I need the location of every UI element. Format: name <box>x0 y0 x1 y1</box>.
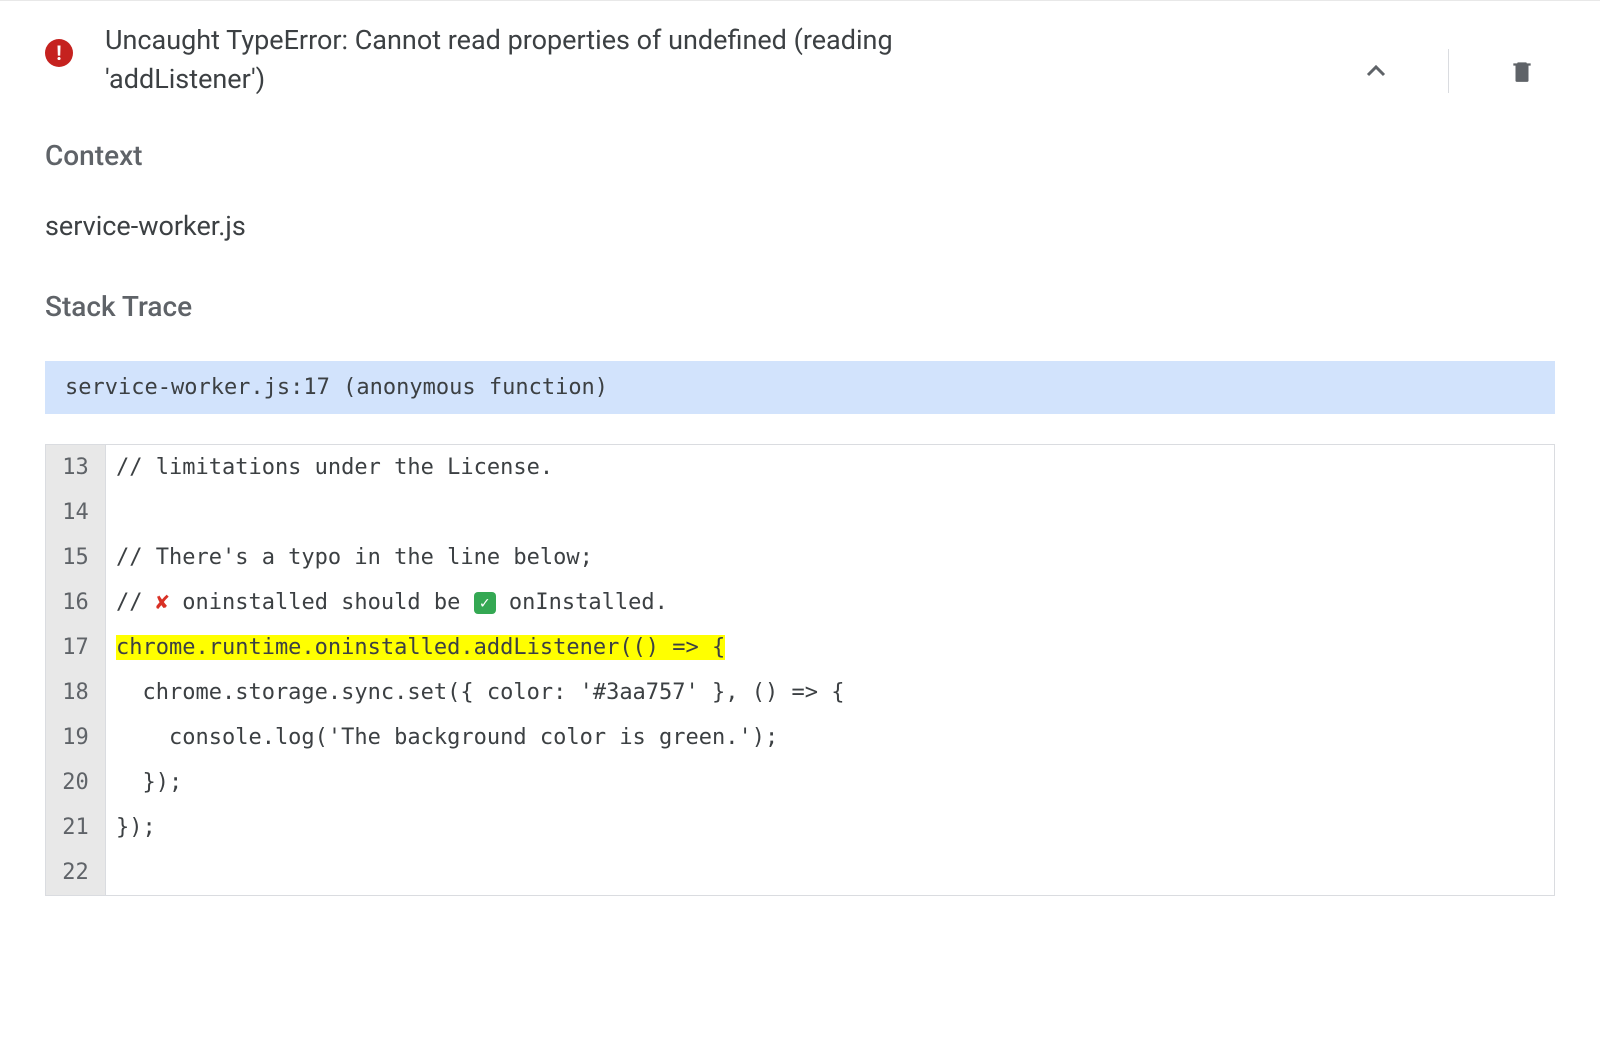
delete-trash-icon[interactable] <box>1509 56 1535 86</box>
code-line <box>106 490 1555 535</box>
collapse-chevron-icon[interactable] <box>1364 59 1388 83</box>
check-mark-icon: ✓ <box>474 592 496 614</box>
line-number: 17 <box>46 625 106 670</box>
code-line: // ✘ oninstalled should be ✓ onInstalled… <box>106 580 1555 625</box>
code-line: // There's a typo in the line below; <box>106 535 1555 580</box>
line-number: 19 <box>46 715 106 760</box>
line-number: 18 <box>46 670 106 715</box>
context-heading: Context <box>45 139 1555 172</box>
code-line: }); <box>106 805 1555 850</box>
line-number: 15 <box>46 535 106 580</box>
code-line <box>106 850 1555 896</box>
line-number: 22 <box>46 850 106 896</box>
code-row: 16// ✘ oninstalled should be ✓ onInstall… <box>46 580 1555 625</box>
error-icon-wrap <box>45 21 73 67</box>
code-line: }); <box>106 760 1555 805</box>
stacktrace-heading: Stack Trace <box>45 290 1555 323</box>
cross-mark-icon: ✘ <box>156 590 169 615</box>
code-block: 13// limitations under the License.14 15… <box>45 444 1555 896</box>
actions-divider <box>1448 49 1449 93</box>
code-row: 17 chrome.runtime.oninstalled.addListener… <box>46 625 1555 670</box>
code-row: 13// limitations under the License. <box>46 445 1555 491</box>
code-row: 21}); <box>46 805 1555 850</box>
code-row: 19 console.log('The background color is … <box>46 715 1555 760</box>
header-actions <box>1364 21 1555 93</box>
code-line: console.log('The background color is gre… <box>106 715 1555 760</box>
code-row: 22 <box>46 850 1555 896</box>
highlighted-line: chrome.runtime.oninstalled.addListener((… <box>116 635 725 660</box>
line-number: 21 <box>46 805 106 850</box>
code-line: // limitations under the License. <box>106 445 1555 491</box>
code-row: 15// There's a typo in the line below; <box>46 535 1555 580</box>
code-line: chrome.runtime.oninstalled.addListener((… <box>106 625 1555 670</box>
line-number: 16 <box>46 580 106 625</box>
stack-frame[interactable]: service-worker.js:17 (anonymous function… <box>45 361 1555 414</box>
line-number: 20 <box>46 760 106 805</box>
code-row: 18 chrome.storage.sync.set({ color: '#3a… <box>46 670 1555 715</box>
context-filename: service-worker.js <box>45 210 1555 242</box>
error-header: Uncaught TypeError: Cannot read properti… <box>45 21 1555 99</box>
code-row: 20 }); <box>46 760 1555 805</box>
code-line: chrome.storage.sync.set({ color: '#3aa75… <box>106 670 1555 715</box>
error-title: Uncaught TypeError: Cannot read properti… <box>105 21 965 99</box>
line-number: 13 <box>46 445 106 491</box>
error-icon <box>45 39 73 67</box>
line-number: 14 <box>46 490 106 535</box>
code-row: 14 <box>46 490 1555 535</box>
